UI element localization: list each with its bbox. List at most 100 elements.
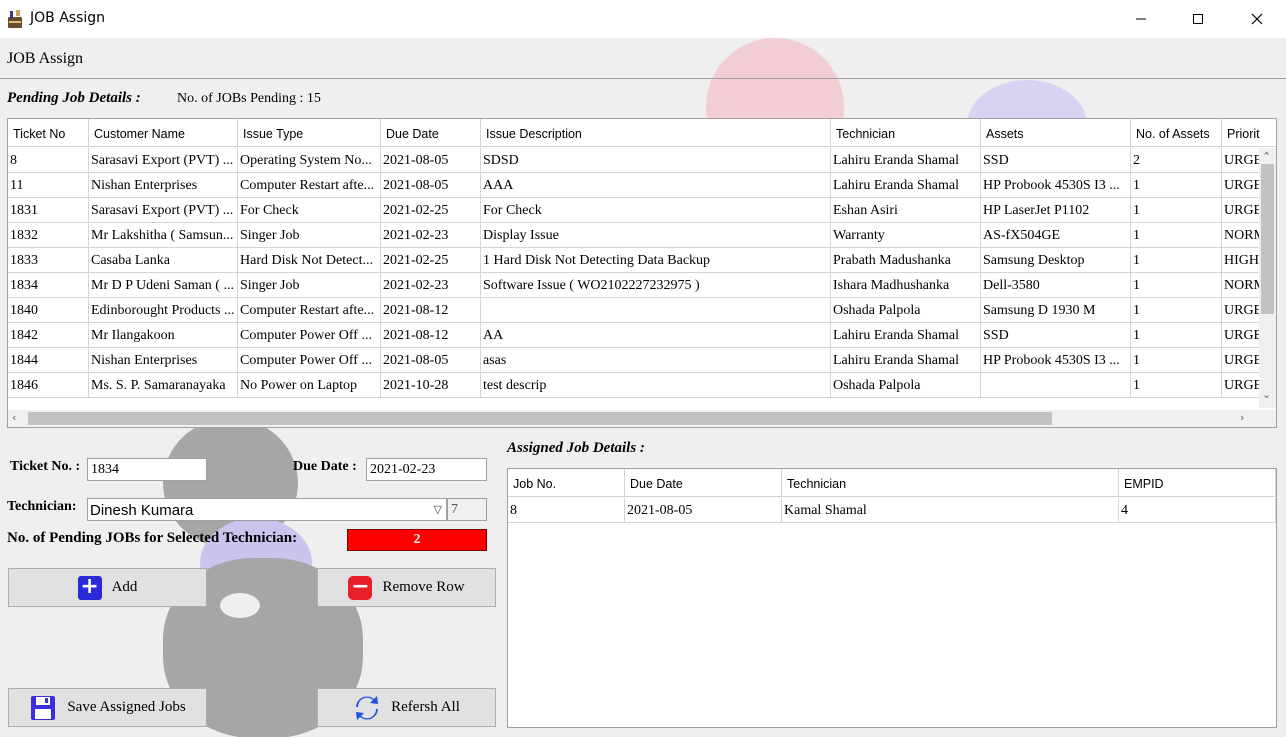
pending-table-cell[interactable]: Mr Lakshitha ( Samsun...	[89, 223, 238, 247]
pending-table-cell[interactable]: test descrip	[481, 373, 831, 397]
pending-table-row[interactable]: 1833 Casaba Lanka Hard Disk Not Detect... 2…	[8, 248, 1276, 273]
pending-table-cell[interactable]: Lahiru Eranda Shamal	[831, 348, 981, 372]
assigned-column-header[interactable]: Technician	[782, 469, 1119, 497]
pending-table-cell[interactable]: Prabath Madushanka	[831, 248, 981, 272]
pending-table-cell[interactable]: HP LaserJet P1102	[981, 198, 1131, 222]
pending-table-cell[interactable]: Mr D P Udeni Saman ( ...	[89, 273, 238, 297]
pending-table-cell[interactable]: Sarasavi Export (PVT) ...	[89, 198, 238, 222]
pending-column-header[interactable]: Priorit	[1222, 119, 1276, 147]
pending-table-cell[interactable]: SDSD	[481, 148, 831, 172]
scroll-down-icon[interactable]: ⌄	[1262, 388, 1271, 401]
pending-table-row[interactable]: 1840 Edinborought Products ... Computer Re…	[8, 298, 1276, 323]
pending-table-cell[interactable]: asas	[481, 348, 831, 372]
pending-table-row[interactable]: 1834 Mr D P Udeni Saman ( ... Singer Job 20…	[8, 273, 1276, 298]
assigned-jobs-table[interactable]: Job No. Due Date Technician EMPID 8 2021-08-…	[507, 468, 1277, 728]
assigned-table-cell[interactable]: 4	[1119, 498, 1276, 522]
pending-table-cell[interactable]: 1	[1131, 323, 1222, 347]
minimize-button[interactable]	[1118, 0, 1164, 38]
pending-table-cell[interactable]: Lahiru Eranda Shamal	[831, 173, 981, 197]
pending-column-header[interactable]: Customer Name	[89, 119, 238, 147]
pending-table-cell[interactable]: 1	[1131, 373, 1222, 397]
pending-column-header[interactable]: Due Date	[381, 119, 481, 147]
pending-table-cell[interactable]: 1	[1131, 198, 1222, 222]
pending-table-cell[interactable]	[481, 298, 831, 322]
pending-table-cell[interactable]: Oshada Palpola	[831, 373, 981, 397]
pending-horizontal-scroll-thumb[interactable]	[28, 412, 1052, 425]
pending-table-cell[interactable]: Lahiru Eranda Shamal	[831, 148, 981, 172]
scroll-left-icon[interactable]: ‹	[12, 411, 16, 424]
pending-table-cell[interactable]: 2021-02-23	[381, 223, 481, 247]
add-button[interactable]: + Add	[8, 568, 207, 607]
pending-table-cell[interactable]: Hard Disk Not Detect...	[238, 248, 381, 272]
pending-table-cell[interactable]: Oshada Palpola	[831, 298, 981, 322]
pending-table-cell[interactable]: 1831	[8, 198, 89, 222]
pending-table-cell[interactable]: Casaba Lanka	[89, 248, 238, 272]
pending-table-cell[interactable]: 1	[1131, 223, 1222, 247]
pending-table-cell[interactable]: 2021-02-25	[381, 198, 481, 222]
pending-table-cell[interactable]: 2021-08-12	[381, 298, 481, 322]
pending-table-row[interactable]: 1842 Mr Ilangakoon Computer Power Off ... 2…	[8, 323, 1276, 348]
pending-table-row[interactable]: 8 Sarasavi Export (PVT) ... Operating Syst…	[8, 148, 1276, 173]
pending-table-cell[interactable]: 2021-10-28	[381, 373, 481, 397]
pending-table-cell[interactable]: 1	[1131, 348, 1222, 372]
pending-vertical-scrollbar[interactable]: ⌃ ⌄	[1259, 148, 1276, 408]
pending-table-cell[interactable]: 8	[8, 148, 89, 172]
close-button[interactable]	[1234, 0, 1280, 38]
pending-table-row[interactable]: 1844 Nishan Enterprises Computer Power Off…	[8, 348, 1276, 373]
pending-table-cell[interactable]: 1842	[8, 323, 89, 347]
pending-table-cell[interactable]: 2021-08-05	[381, 173, 481, 197]
pending-table-row[interactable]: 1831 Sarasavi Export (PVT) ... For Check 20…	[8, 198, 1276, 223]
pending-table-cell[interactable]: SSD	[981, 323, 1131, 347]
pending-table-cell[interactable]: For Check	[481, 198, 831, 222]
pending-table-cell[interactable]: Operating System No...	[238, 148, 381, 172]
assigned-table-cell[interactable]: 2021-08-05	[625, 498, 782, 522]
pending-table-cell[interactable]: Computer Power Off ...	[238, 348, 381, 372]
pending-table-cell[interactable]: 1	[1131, 273, 1222, 297]
pending-table-cell[interactable]: HP Probook 4530S I3 ...	[981, 348, 1131, 372]
pending-horizontal-scrollbar[interactable]: ‹ ›	[8, 410, 1260, 427]
pending-column-header[interactable]: Issue Type	[238, 119, 381, 147]
pending-table-cell[interactable]: Ishara Madhushanka	[831, 273, 981, 297]
pending-table-cell[interactable]: 2021-02-23	[381, 273, 481, 297]
pending-column-header[interactable]: No. of Assets	[1131, 119, 1222, 147]
pending-table-cell[interactable]: 1	[1131, 298, 1222, 322]
remove-row-button[interactable]: − Remove Row	[317, 568, 496, 607]
pending-table-cell[interactable]: Lahiru Eranda Shamal	[831, 323, 981, 347]
pending-table-cell[interactable]: Ms. S. P. Samaranayaka	[89, 373, 238, 397]
pending-column-header[interactable]: Technician	[831, 119, 981, 147]
pending-vertical-scroll-thumb[interactable]	[1261, 164, 1274, 314]
pending-table-cell[interactable]: Computer Restart afte...	[238, 173, 381, 197]
pending-table-cell[interactable]: 1833	[8, 248, 89, 272]
assigned-column-header[interactable]: Due Date	[625, 469, 782, 497]
pending-table-cell[interactable]: 1846	[8, 373, 89, 397]
maximize-button[interactable]	[1175, 0, 1221, 38]
pending-table-cell[interactable]: Computer Restart afte...	[238, 298, 381, 322]
pending-table-cell[interactable]: Samsung D 1930 M	[981, 298, 1131, 322]
assigned-table-row[interactable]: 8 2021-08-05 Kamal Shamal 4	[508, 498, 1276, 523]
pending-table-cell[interactable]: 2021-08-05	[381, 348, 481, 372]
pending-table-cell[interactable]: 1832	[8, 223, 89, 247]
pending-table-row[interactable]: 1846 Ms. S. P. Samaranayaka No Power on La…	[8, 373, 1276, 398]
pending-table-cell[interactable]: 1844	[8, 348, 89, 372]
pending-table-cell[interactable]: Nishan Enterprises	[89, 173, 238, 197]
pending-table-cell[interactable]: No Power on Laptop	[238, 373, 381, 397]
pending-jobs-table[interactable]: Ticket No Customer Name Issue Type Due Date…	[7, 118, 1277, 428]
pending-table-cell[interactable]: 1 Hard Disk Not Detecting Data Backup	[481, 248, 831, 272]
pending-table-cell[interactable]: Edinborought Products ...	[89, 298, 238, 322]
pending-table-cell[interactable]: Sarasavi Export (PVT) ...	[89, 148, 238, 172]
pending-table-cell[interactable]: AS-fX504GE	[981, 223, 1131, 247]
pending-table-cell[interactable]: Mr Ilangakoon	[89, 323, 238, 347]
assigned-column-header[interactable]: Job No.	[508, 469, 625, 497]
due-date-input[interactable]: 2021-02-23	[366, 458, 487, 481]
pending-table-cell[interactable]: Singer Job	[238, 223, 381, 247]
pending-table-cell[interactable]: Display Issue	[481, 223, 831, 247]
chevron-down-icon[interactable]: ▽	[434, 499, 442, 522]
pending-table-cell[interactable]: Software Issue ( WO2102227232975 )	[481, 273, 831, 297]
pending-table-cell[interactable]	[981, 373, 1131, 397]
pending-table-cell[interactable]: Singer Job	[238, 273, 381, 297]
pending-column-header[interactable]: Ticket No	[8, 119, 89, 147]
pending-table-row[interactable]: 11 Nishan Enterprises Computer Restart aft…	[8, 173, 1276, 198]
pending-table-cell[interactable]: 1	[1131, 248, 1222, 272]
refresh-all-button[interactable]: Refersh All	[317, 688, 496, 727]
pending-table-cell[interactable]: 2021-08-05	[381, 148, 481, 172]
